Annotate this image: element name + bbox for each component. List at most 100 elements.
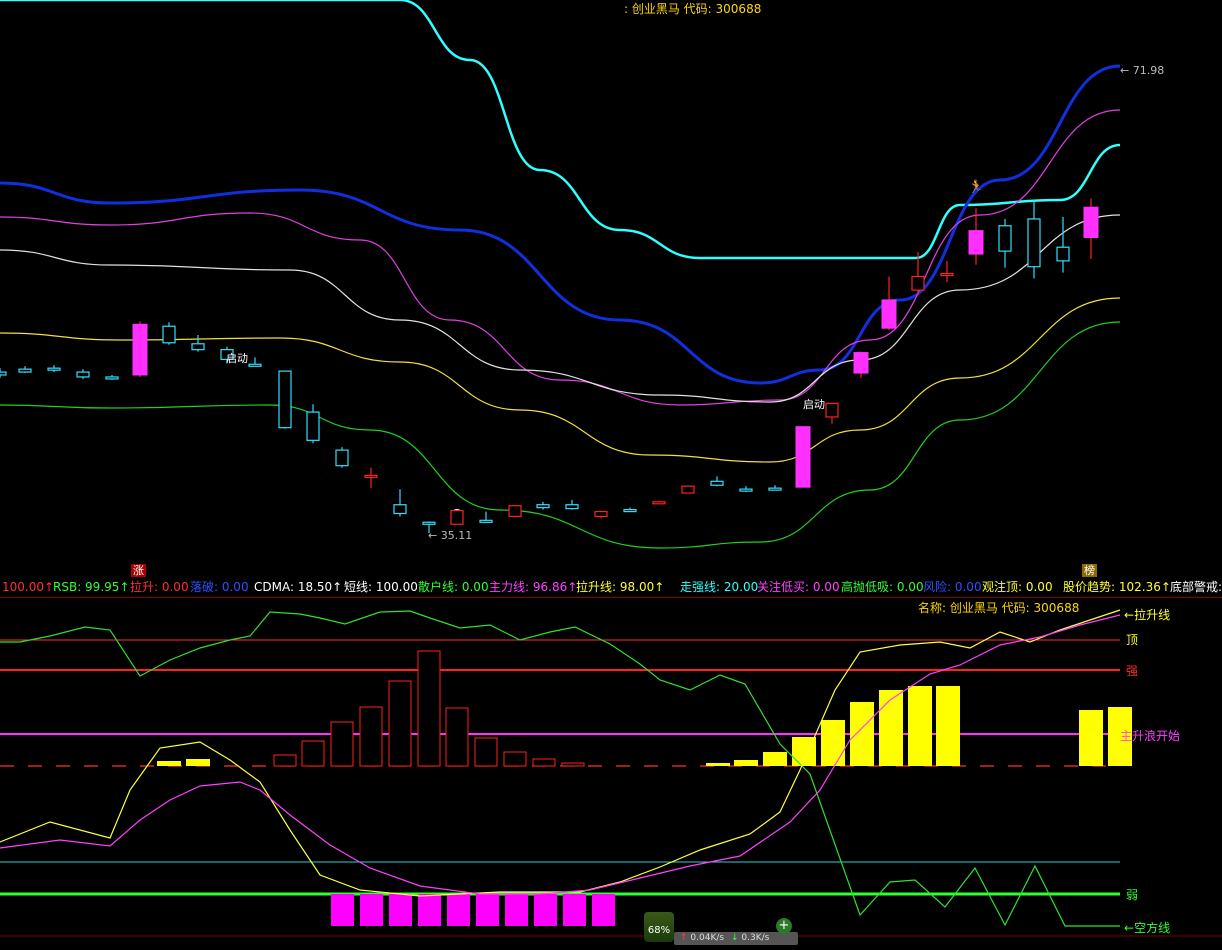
candle (768, 485, 782, 491)
indicator-item: 短线: 100.00 (344, 580, 418, 594)
candle-body (450, 509, 464, 525)
candle-body (1027, 218, 1041, 268)
candle (998, 218, 1012, 268)
bang-badge: 榜 (1082, 564, 1097, 577)
yellow-volume-bar (706, 763, 730, 766)
runner-icon: 🏃 (968, 179, 984, 195)
candle-body (76, 371, 90, 378)
candle-body (739, 488, 753, 492)
red-volume-bar (330, 721, 354, 767)
candle-body (652, 501, 666, 505)
magenta-volume-bar (563, 894, 586, 926)
indicator-item: 落破: 0.00 (190, 580, 249, 594)
candle-body (681, 485, 695, 494)
indicator-item: 散户线: 0.00 (418, 580, 489, 594)
indicator-item: 拉升线: 98.00↑ (576, 580, 665, 594)
red-volume-bar (532, 758, 556, 767)
candle-body (508, 505, 522, 518)
candle (881, 276, 897, 331)
add-button[interactable]: + (776, 918, 792, 934)
indicator-item: 底部警戒: (1170, 580, 1222, 594)
yellow-volume-bar (908, 686, 932, 766)
cpu-gauge-icon: 68% (644, 912, 674, 942)
candle (940, 260, 954, 283)
magenta-volume-bar (476, 894, 499, 926)
candle (795, 426, 811, 488)
candle-body (278, 370, 292, 429)
white-line (0, 214, 1121, 403)
ding-label: 顶 (1126, 633, 1139, 647)
candle (825, 402, 839, 424)
candle (76, 369, 90, 379)
red-volume-bar (503, 751, 527, 767)
yellow-volume-bar (763, 752, 787, 766)
candle-body (105, 376, 119, 380)
red-volume-bar (474, 737, 498, 767)
candle-body (710, 480, 724, 486)
main-chart: 🏃 (0, 0, 1222, 937)
candle-body (0, 371, 7, 376)
candle-body (968, 230, 984, 255)
start-annotation-1: 启动 (226, 352, 248, 365)
candle-body (479, 519, 493, 523)
magenta-volume-bar (360, 894, 383, 926)
magenta-volume-bar (534, 894, 557, 926)
red-volume-bar (301, 740, 325, 767)
candle (0, 368, 7, 378)
candle-body (853, 352, 869, 374)
candle (479, 511, 493, 523)
candle-body (364, 474, 378, 479)
magenta-line (0, 109, 1121, 406)
indicator-item: CDMA: 18.50↑ (254, 580, 343, 594)
red-volume-bar (359, 706, 383, 767)
candle (132, 321, 148, 377)
indicator-item: 高抛低吸: 0.00 (841, 580, 924, 594)
candle (1083, 198, 1099, 259)
sub-chart-title: 名称: 创业黑马 代码: 300688 (918, 601, 1080, 615)
magenta-volume-bar (389, 894, 412, 926)
candle-body (162, 325, 176, 344)
candle-body (1083, 206, 1099, 238)
candle (623, 507, 637, 513)
candle-body (393, 504, 407, 515)
panel-separator (0, 597, 1222, 598)
yellow-volume-bar (850, 702, 874, 766)
indicator-item: 风险: 0.00 (923, 580, 982, 594)
upload-speed: 0.04K/s (690, 933, 725, 943)
indicator-item: RSB: 99.95↑ (53, 580, 130, 594)
indicator-item: 100.00↑ (2, 580, 55, 594)
candle-body (132, 323, 148, 376)
candle (191, 335, 205, 352)
yellow-volume-bar (734, 760, 758, 766)
candle-body (795, 426, 811, 488)
green-line (0, 321, 1121, 549)
candle-body (422, 521, 436, 525)
candle-body (768, 487, 782, 491)
lashengxian-label: ←拉升线 (1124, 608, 1171, 622)
candle (739, 486, 753, 493)
candle (18, 366, 32, 374)
network-speed: ↑ 0.04K/s ↓ 0.3K/s (674, 932, 798, 945)
candle-body (998, 225, 1012, 252)
candle (335, 447, 349, 468)
indicator-bar: 100.00↑ RSB: 99.95↑ 拉升: 0.00 落破: 0.00 CD… (0, 578, 1222, 596)
yellow-volume-bar (821, 720, 845, 766)
candle-body (881, 299, 897, 329)
candle (47, 365, 61, 373)
candle (652, 500, 666, 505)
candle (393, 489, 407, 517)
status-widget: 68% ↑ 0.04K/s ↓ 0.3K/s + (634, 910, 798, 945)
candle-body (18, 368, 32, 373)
low-price-label: ← 35.11 (428, 529, 473, 542)
candle-body (940, 272, 954, 277)
candle-body (47, 367, 61, 371)
qiang-label: 强 (1126, 664, 1139, 678)
candle-body (335, 449, 349, 467)
candle-body (1056, 246, 1070, 262)
start-annotation-2: 启动 (803, 398, 825, 411)
yellow-volume-bar (186, 759, 210, 766)
candle (364, 467, 378, 489)
indicator-item: 股价趋势: 102.36↑ (1063, 580, 1171, 594)
zhang-badge: 涨 (131, 564, 146, 577)
red-volume-bar (273, 754, 297, 767)
